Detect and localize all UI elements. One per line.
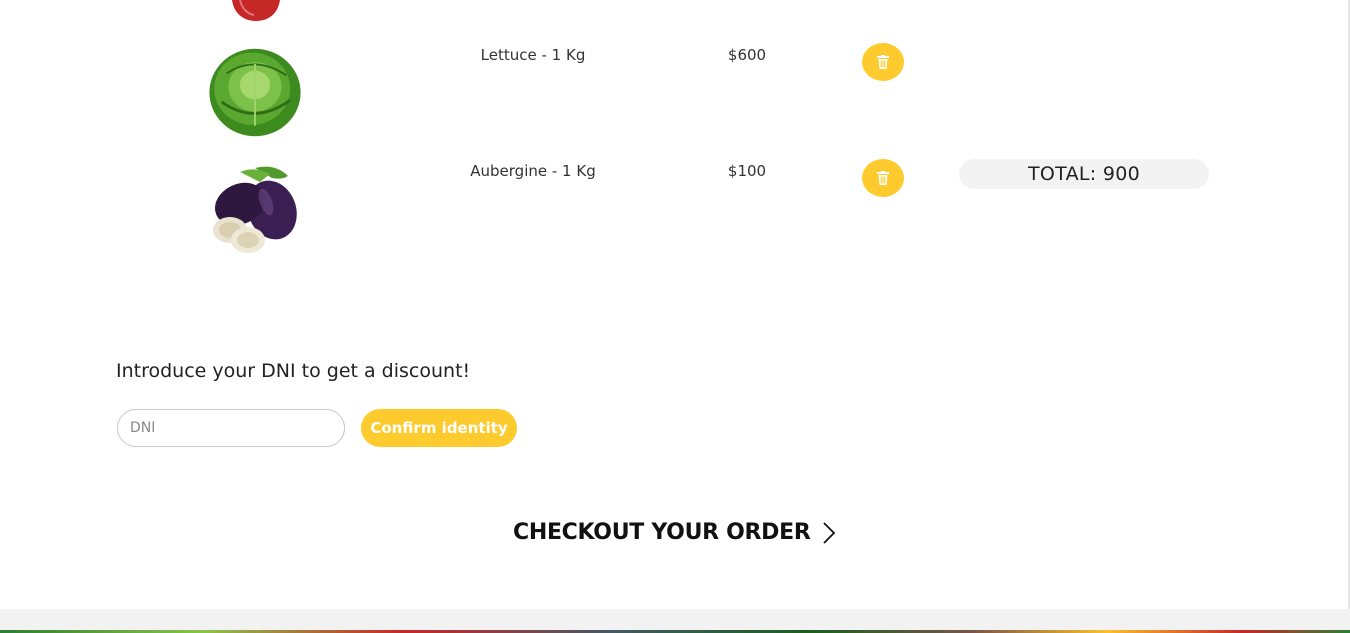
product-name: Aubergine - 1 Kg xyxy=(470,162,596,180)
lettuce-icon xyxy=(209,48,301,137)
trash-icon xyxy=(877,55,889,69)
confirm-identity-button[interactable]: Confirm identity xyxy=(361,409,517,447)
cart-row: Lettuce - 1 Kg $600 xyxy=(0,40,1340,150)
product-price: $100 xyxy=(727,162,767,180)
chevron-right-icon xyxy=(822,521,835,544)
checkout-button[interactable]: CHECKOUT YOUR ORDER xyxy=(513,520,835,545)
trash-icon xyxy=(877,171,889,185)
dni-input[interactable] xyxy=(117,409,345,447)
bell-pepper-icon xyxy=(232,0,280,21)
cart-row-partial xyxy=(0,0,1340,22)
product-price: $600 xyxy=(727,46,767,64)
delete-item-button[interactable] xyxy=(862,159,904,197)
discount-title: Introduce your DNI to get a discount! xyxy=(116,360,471,382)
aubergine-icon xyxy=(213,166,297,253)
product-name: Lettuce - 1 Kg xyxy=(480,46,586,64)
cart-total: TOTAL: 900 xyxy=(959,159,1209,189)
delete-item-button[interactable] xyxy=(862,43,904,81)
checkout-label: CHECKOUT YOUR ORDER xyxy=(513,520,811,545)
